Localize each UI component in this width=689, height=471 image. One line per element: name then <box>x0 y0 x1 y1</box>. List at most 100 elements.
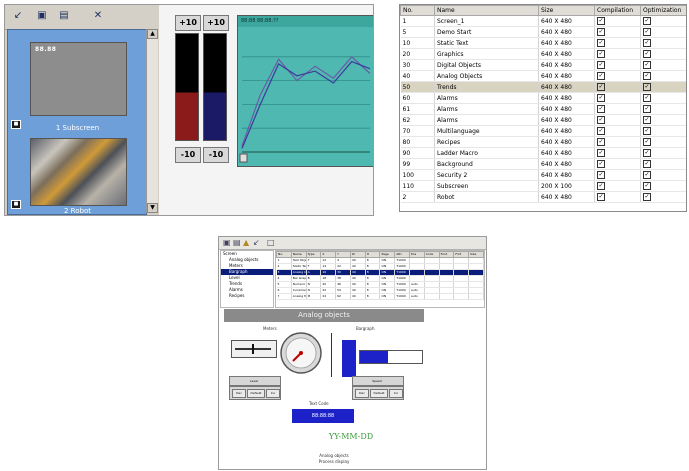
table-row[interactable]: 62 Alarms 640 X 480 ✓ ✓ <box>400 114 686 126</box>
optimization-checkbox[interactable]: ✓ <box>643 127 651 135</box>
table-row[interactable]: 100 Security 2 640 X 480 ✓ ✓ <box>400 169 686 181</box>
close-icon[interactable]: ✕ <box>91 9 105 23</box>
compilation-checkbox-cell: ✓ <box>594 125 641 137</box>
optimization-checkbox-cell: ✓ <box>640 180 686 192</box>
table-row[interactable]: 2 Robot 640 X 480 ✓ ✓ <box>400 191 686 203</box>
list-scrollbar[interactable]: ▲ ▼ <box>146 29 158 213</box>
level-inc-button[interactable]: Inc <box>266 389 280 398</box>
compilation-checkbox[interactable]: ✓ <box>597 28 605 36</box>
compilation-checkbox[interactable]: ✓ <box>597 50 605 58</box>
cell-no: 2 <box>400 191 435 203</box>
tree-item[interactable]: Recipes <box>221 293 273 299</box>
compilation-checkbox[interactable]: ✓ <box>597 193 605 201</box>
compilation-checkbox[interactable]: ✓ <box>597 61 605 69</box>
speed-inc-button[interactable]: Inc <box>389 389 403 398</box>
compilation-checkbox[interactable]: ✓ <box>597 138 605 146</box>
column-header-no[interactable]: No. <box>400 5 435 16</box>
grid-row[interactable]: 7Analog MeterM2462408ONT1000auto <box>276 293 484 300</box>
pin-icon[interactable]: ↙ <box>253 238 260 247</box>
grid-cell <box>439 293 455 300</box>
optimization-checkbox[interactable]: ✓ <box>643 160 651 168</box>
optimization-checkbox[interactable]: ✓ <box>643 116 651 124</box>
optimization-checkbox[interactable]: ✓ <box>643 61 651 69</box>
compilation-checkbox[interactable]: ✓ <box>597 182 605 190</box>
optimization-checkbox[interactable]: ✓ <box>643 28 651 36</box>
pin-icon[interactable]: ↙ <box>11 9 25 23</box>
save-icon[interactable]: ▤ <box>233 238 241 247</box>
compilation-checkbox[interactable]: ✓ <box>597 105 605 113</box>
column-header-size[interactable]: Size <box>538 5 595 16</box>
open-icon[interactable]: ▣ <box>223 238 231 247</box>
level-dec-button[interactable]: Dec <box>232 389 246 398</box>
table-header-row: No. Name Size Compilation Optimization <box>400 5 686 16</box>
optimization-checkbox[interactable]: ✓ <box>643 149 651 157</box>
optimization-checkbox[interactable]: ✓ <box>643 138 651 146</box>
optimization-checkbox-cell: ✓ <box>640 136 686 148</box>
table-row[interactable]: 30 Digital Objects 640 X 480 ✓ ✓ <box>400 59 686 71</box>
cell-size: 640 X 480 <box>538 48 595 60</box>
optimization-checkbox[interactable]: ✓ <box>643 105 651 113</box>
speed-button-group: Dec Default Inc <box>352 386 404 400</box>
compilation-checkbox-cell: ✓ <box>594 169 641 181</box>
column-header-compilation[interactable]: Compilation <box>594 5 641 16</box>
window-icon[interactable]: ▣ <box>35 9 49 23</box>
table-row[interactable]: 1 Screen_1 640 X 480 ✓ ✓ <box>400 15 686 27</box>
table-row[interactable]: 60 Alarms 640 X 480 ✓ ✓ <box>400 92 686 104</box>
table-row[interactable]: 5 Demo Start 640 X 480 ✓ ✓ <box>400 26 686 38</box>
optimization-checkbox[interactable]: ✓ <box>643 17 651 25</box>
optimization-checkbox[interactable]: ✓ <box>643 72 651 80</box>
optimization-checkbox-cell: ✓ <box>640 158 686 170</box>
optimization-checkbox[interactable]: ✓ <box>643 39 651 47</box>
compilation-checkbox[interactable]: ✓ <box>597 94 605 102</box>
column-header-name[interactable]: Name <box>434 5 539 16</box>
compilation-checkbox[interactable]: ✓ <box>597 72 605 80</box>
table-row[interactable]: 40 Analog Objects 640 X 480 ✓ ✓ <box>400 70 686 82</box>
level-default-button[interactable]: Default <box>247 389 265 398</box>
compilation-checkbox[interactable]: ✓ <box>597 17 605 25</box>
scroll-down-icon[interactable]: ▼ <box>147 203 158 213</box>
cell-name: Ladder Macro <box>434 147 539 159</box>
speed-default-button[interactable]: Default <box>370 389 388 398</box>
window-split-icon[interactable]: ▤ <box>57 9 71 23</box>
table-row[interactable]: 80 Recipes 640 X 480 ✓ ✓ <box>400 136 686 148</box>
table-row[interactable]: 20 Graphics 640 X 480 ✓ ✓ <box>400 48 686 60</box>
table-row[interactable]: 110 Subscreen 200 X 100 ✓ ✓ <box>400 180 686 192</box>
compilation-checkbox-cell: ✓ <box>594 81 641 93</box>
table-row[interactable]: 99 Background 640 X 480 ✓ ✓ <box>400 158 686 170</box>
grid-cell: 62 <box>335 293 351 300</box>
table-row[interactable]: 61 Alarms 640 X 480 ✓ ✓ <box>400 103 686 115</box>
table-row[interactable]: 70 Multilanguage 640 X 480 ✓ ✓ <box>400 125 686 137</box>
cell-no: 10 <box>400 37 435 49</box>
table-row[interactable]: 50 Trends 640 X 480 ✓ ✓ <box>400 81 686 93</box>
grid-cell: 40 <box>350 293 366 300</box>
cell-name: Recipes <box>434 136 539 148</box>
optimization-checkbox[interactable]: ✓ <box>643 94 651 102</box>
compilation-checkbox[interactable]: ✓ <box>597 83 605 91</box>
screen-table-body: 1 Screen_1 640 X 480 ✓ ✓ 5 Demo Start 640 X 480… <box>400 15 686 203</box>
compilation-checkbox[interactable]: ✓ <box>597 171 605 179</box>
optimization-checkbox-cell: ✓ <box>640 92 686 104</box>
bell-icon[interactable]: ▲ <box>243 238 249 247</box>
subscreen-thumbnail-1[interactable]: 88.88 <box>30 42 127 116</box>
compilation-checkbox[interactable]: ✓ <box>597 39 605 47</box>
window-icon[interactable]: □ <box>267 238 275 247</box>
compilation-checkbox-cell: ✓ <box>594 48 641 60</box>
speed-dec-button[interactable]: Dec <box>355 389 369 398</box>
trend-scroll-handle[interactable] <box>239 153 248 163</box>
cell-name: Static Text <box>434 37 539 49</box>
compilation-checkbox[interactable]: ✓ <box>597 116 605 124</box>
optimization-checkbox[interactable]: ✓ <box>643 50 651 58</box>
compilation-checkbox[interactable]: ✓ <box>597 149 605 157</box>
column-header-optimization[interactable]: Optimization <box>640 5 686 16</box>
compilation-checkbox[interactable]: ✓ <box>597 160 605 168</box>
table-row[interactable]: 10 Static Text 640 X 480 ✓ ✓ <box>400 37 686 49</box>
compilation-checkbox[interactable]: ✓ <box>597 127 605 135</box>
robot-thumbnail[interactable] <box>30 138 127 206</box>
optimization-checkbox[interactable]: ✓ <box>643 182 651 190</box>
text-code-field[interactable]: 88:88:88 <box>292 409 354 423</box>
table-row[interactable]: 90 Ladder Macro 640 X 480 ✓ ✓ <box>400 147 686 159</box>
optimization-checkbox[interactable]: ✓ <box>643 193 651 201</box>
optimization-checkbox[interactable]: ✓ <box>643 83 651 91</box>
optimization-checkbox[interactable]: ✓ <box>643 171 651 179</box>
scroll-up-icon[interactable]: ▲ <box>147 29 158 39</box>
